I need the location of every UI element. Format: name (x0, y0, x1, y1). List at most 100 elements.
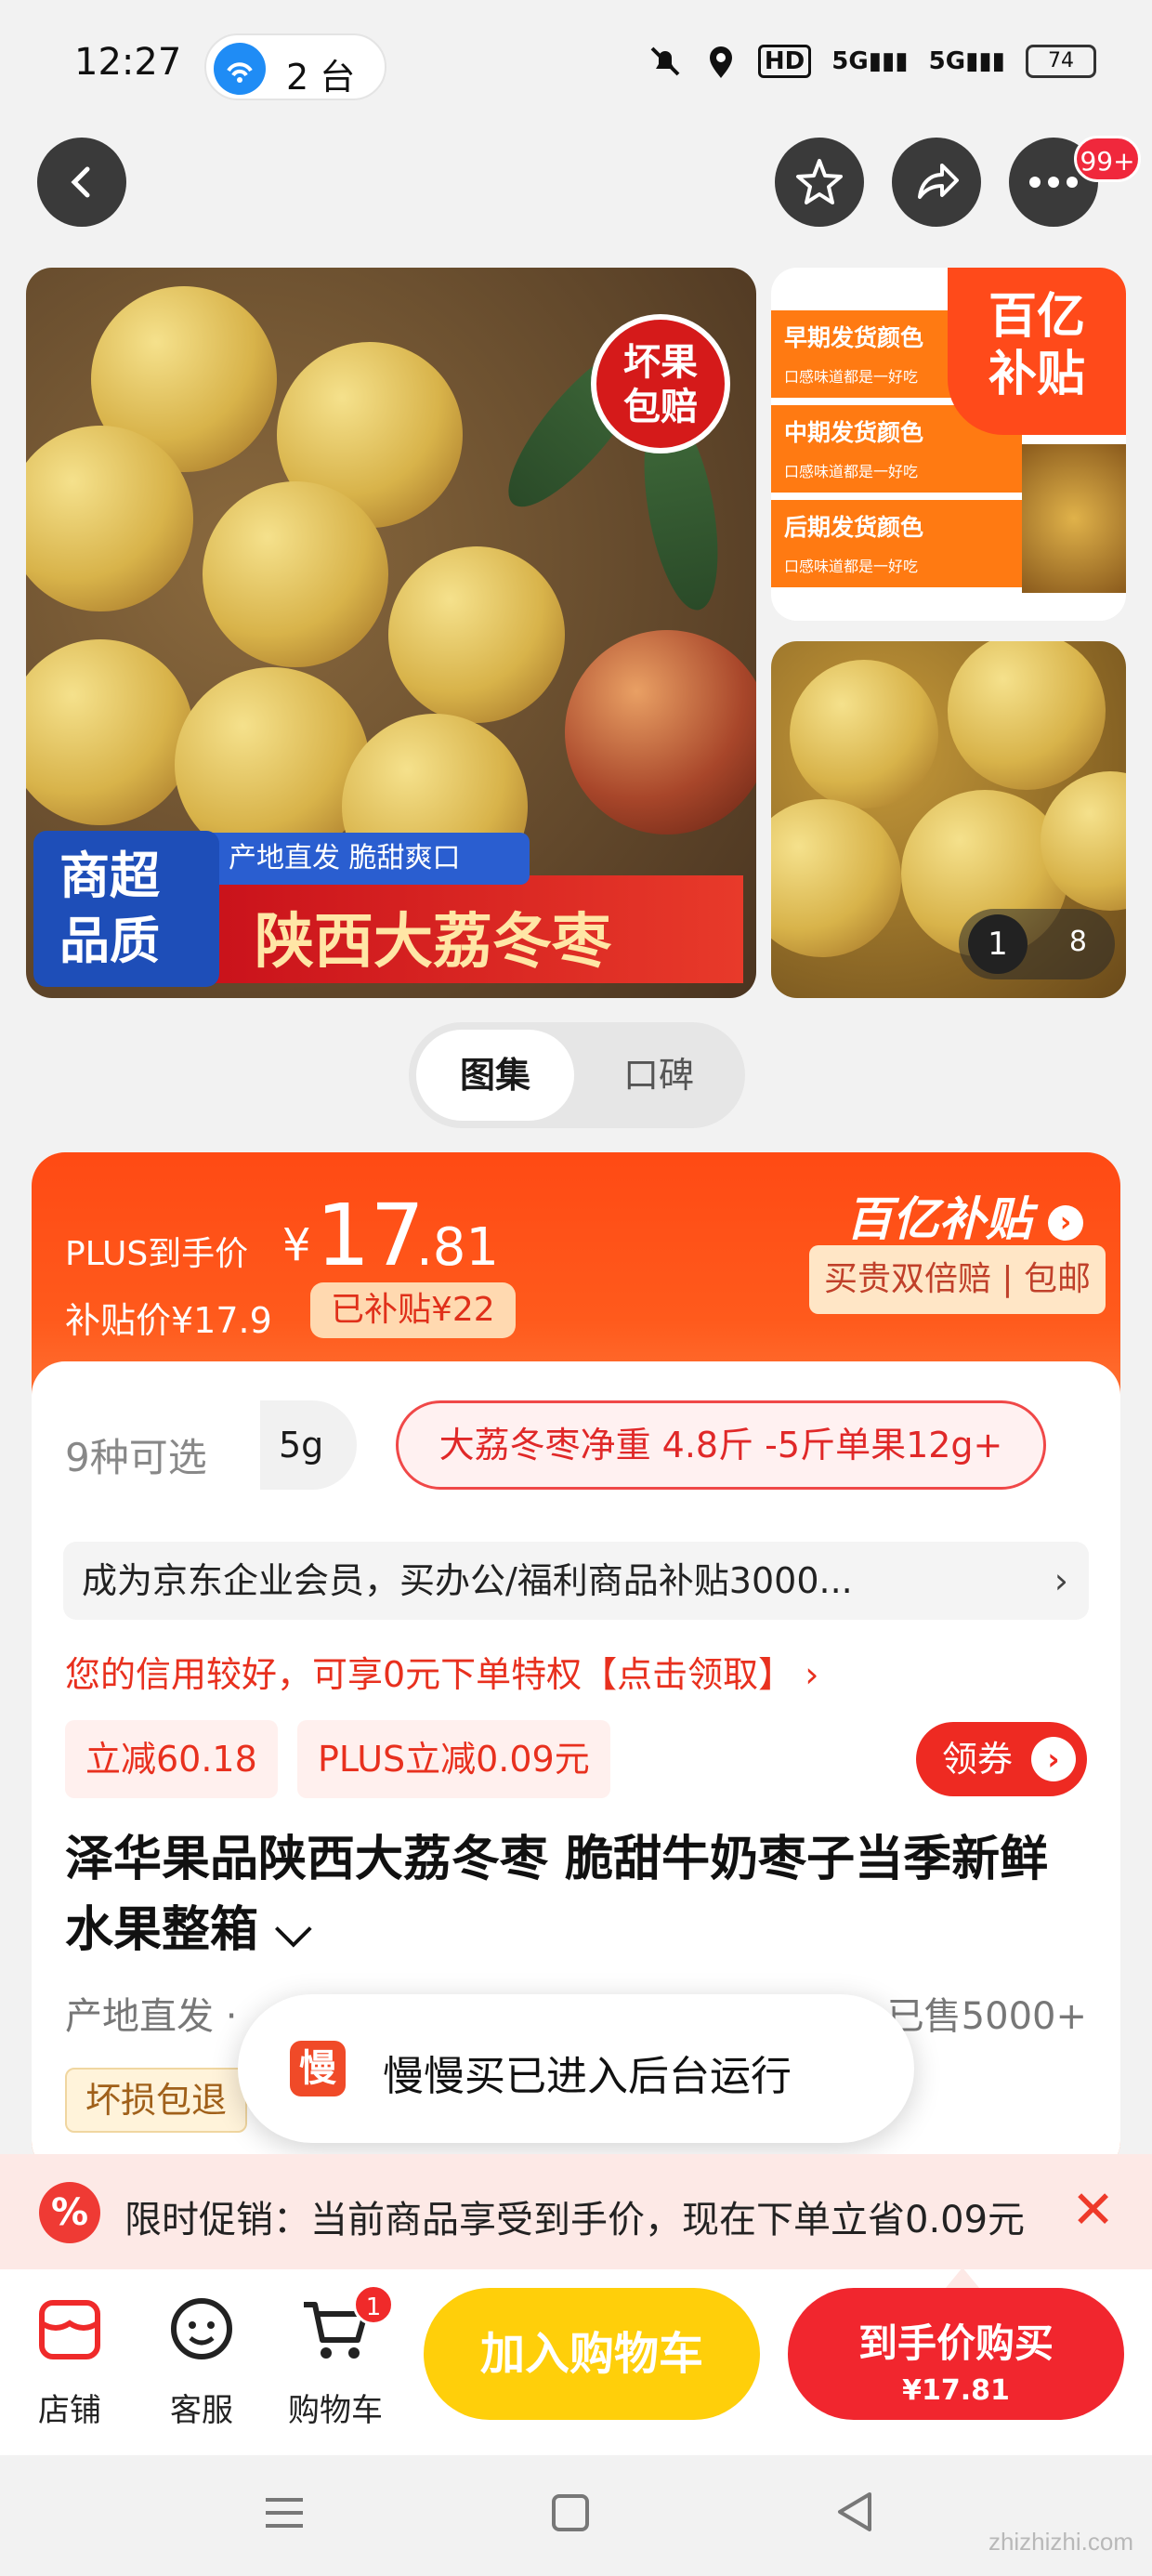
option-chip-selected[interactable]: 大荔冬枣净重 4.8斤 -5斤单果12g+ (396, 1400, 1046, 1490)
more-badge: 99+ (1074, 136, 1141, 182)
buy-now-button[interactable]: 到手价购买 ¥17.81 (788, 2267, 1124, 2420)
service-label: 客服 (170, 2392, 233, 2429)
share-button[interactable] (892, 138, 981, 227)
counter-total: 8 (1068, 926, 1087, 958)
plus-discount-chip: PLUS立减0.09元 (297, 1720, 610, 1798)
mute-icon (650, 46, 680, 76)
fruit-image (565, 630, 756, 835)
option-chip[interactable]: 5g (260, 1400, 357, 1490)
enterprise-member-banner[interactable]: 成为京东企业会员，买办公/福利商品补贴3000... › (63, 1542, 1089, 1620)
thumb-row-title: 后期发货颜色 (784, 514, 924, 541)
location-icon (709, 46, 732, 78)
shop-button[interactable]: 店铺 (9, 2288, 130, 2437)
shop-icon (39, 2300, 100, 2359)
thumb-row-title: 中期发货颜色 (784, 419, 924, 446)
hd-icon: HD (757, 45, 812, 78)
net-label-2: 5G (928, 47, 966, 75)
battery-icon: 74 (1026, 45, 1096, 78)
subsidy-tag: 已补贴¥22 (310, 1282, 516, 1338)
fruit-image (948, 641, 1106, 790)
signal-5g-icon: 5G▮▮▮ (831, 47, 909, 75)
thumb-row-sub: 口感味道都是一好吃 (784, 463, 919, 480)
discount-chip: 立减60.18 (65, 1720, 278, 1798)
favorite-button[interactable] (775, 138, 864, 227)
system-navigation-bar (0, 2455, 1152, 2576)
thumb-row-title: 早期发货颜色 (784, 324, 924, 351)
plus-price-label: PLUS到手价 (65, 1235, 249, 1273)
hotspot-pill[interactable]: 2 台 (204, 33, 386, 100)
background-run-toast: 慢 慢慢买已进入后台运行 (238, 1994, 914, 2143)
buy-now-label: 到手价购买 (857, 2320, 1054, 2366)
credit-privilege-link[interactable]: 您的信用较好，可享0元下单特权【点击领取】 › (65, 1646, 818, 1697)
program-logo-text: 百亿补贴 (845, 1192, 1032, 1246)
buy-now-price: ¥17.81 (902, 2374, 1010, 2407)
image-counter: 1 8 (959, 909, 1115, 979)
tab-reviews[interactable]: 口碑 (580, 1030, 738, 1121)
counter-current: 1 (968, 914, 1028, 974)
app-icon: 慢 (290, 2041, 346, 2096)
share-icon (918, 164, 959, 199)
subsidy-logo-text: 百亿 补贴 (988, 289, 1085, 402)
damage-return-tag: 坏损包退 (65, 2068, 248, 2133)
banner-main-text: 陕西大荔冬枣 (255, 908, 611, 977)
product-title-text: 泽华果品陕西大荔冬枣 脆甜牛奶枣子当季新鲜水果整箱 (65, 1832, 1049, 1958)
thumbnail-2[interactable]: 1 8 (771, 641, 1126, 998)
hotspot-icon (214, 43, 266, 95)
option-count[interactable]: 9种可选 (65, 1426, 207, 1483)
status-time: 12:27 (74, 41, 182, 84)
cart-button[interactable]: 1 购物车 (275, 2284, 396, 2437)
cart-label: 购物车 (288, 2392, 383, 2429)
shop-label: 店铺 (38, 2392, 101, 2429)
signal-5g-icon-2: 5G▮▮▮ (928, 47, 1005, 75)
banner-subtitle: 产地直发 脆甜爽口 (186, 833, 530, 885)
fruit-image (26, 639, 193, 825)
program-logo[interactable]: 百亿补贴 › (846, 1182, 1083, 1249)
status-bar: 12:27 2 台 HD 5G▮▮▮ 5G▮▮▮ 74 (0, 0, 1152, 139)
thumb-row: 后期发货颜色 口感味道都是一好吃 (771, 500, 1022, 587)
quality-badge: 商超 品质 (33, 831, 219, 987)
promotion-bar[interactable]: % 限时促销：当前商品享受到手价，现在下单立省0.09元 ✕ (0, 2154, 1152, 2269)
system-icons: HD 5G▮▮▮ 5G▮▮▮ 74 (647, 43, 1096, 80)
thumb-row-sub: 口感味道都是一好吃 (784, 368, 919, 386)
plus-price-integer: 17 (316, 1186, 425, 1285)
plus-price-currency: ¥ (282, 1219, 311, 1271)
product-banner: 陕西大荔冬枣 (186, 875, 743, 983)
expand-chevron-icon[interactable]: ⌵ (258, 1902, 311, 1958)
star-icon (796, 159, 843, 204)
promotion-text: 限时促销：当前商品享受到手价，现在下单立省0.09元 (124, 2199, 1026, 2241)
subsidy-logo-badge: 百亿 补贴 (948, 268, 1126, 435)
toast-text: 慢慢买已进入后台运行 (383, 2053, 792, 2100)
more-dots-icon (1029, 177, 1078, 188)
menu-icon[interactable] (262, 2491, 307, 2535)
bottom-action-bar: 店铺 客服 1 购物车 加入购物车 到手价购买 ¥17.81 (0, 2267, 1152, 2455)
chevron-right-icon: › (1031, 1737, 1076, 1781)
back-button[interactable] (37, 138, 126, 227)
origin-label: 产地直发 · (65, 1995, 238, 2038)
fruit-image (771, 799, 901, 957)
chevron-left-icon (71, 166, 90, 198)
promo-pointer (946, 2267, 979, 2288)
cart-badge: 1 (353, 2284, 394, 2325)
thumb-fruit-strip (1022, 444, 1126, 593)
hotspot-label: 2 台 (286, 57, 356, 98)
chevron-right-icon: › (1054, 1560, 1068, 1601)
site-watermark: zhizhizhi.com (988, 2528, 1133, 2556)
home-square-icon[interactable] (548, 2491, 593, 2535)
add-to-cart-button[interactable]: 加入购物车 (424, 2288, 760, 2420)
media-tabs: 图集 口碑 (409, 1022, 745, 1128)
net-label-1: 5G (831, 47, 869, 75)
coupon-button[interactable]: 领券 › (916, 1722, 1087, 1796)
subsidy-price: 补贴价¥17.9 (65, 1300, 272, 1341)
fruit-image (203, 481, 388, 667)
tab-gallery[interactable]: 图集 (416, 1030, 574, 1121)
quality-text: 商超 品质 (59, 847, 160, 970)
percent-icon: % (39, 2182, 100, 2243)
customer-service-button[interactable]: 客服 (141, 2288, 262, 2437)
program-guarantee-tag: 买贵双倍赔 | 包邮 (808, 1245, 1106, 1314)
product-title: 泽华果品陕西大荔冬枣 脆甜牛奶枣子当季新鲜水果整箱 ⌵ (65, 1824, 1096, 1965)
close-icon[interactable]: ✕ (1071, 2180, 1115, 2241)
chat-smile-icon (171, 2298, 232, 2359)
fruit-image (388, 546, 565, 723)
back-triangle-icon[interactable] (832, 2489, 877, 2535)
fruit-image (790, 660, 938, 808)
